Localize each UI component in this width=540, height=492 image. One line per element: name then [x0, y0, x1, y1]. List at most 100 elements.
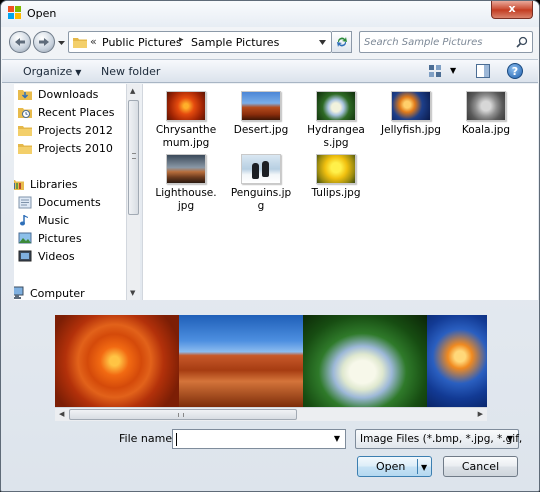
file-item-chrysanthemum[interactable]: Chrysanthe mum.jpg: [151, 91, 221, 150]
nav-item-documents[interactable]: Documents: [14, 193, 126, 211]
file-name: Penguins.jp g: [230, 187, 292, 212]
breadcrumb-sample-pictures[interactable]: Sample Pictures: [191, 36, 279, 49]
refresh-button[interactable]: [332, 31, 352, 53]
open-options-dropdown-icon[interactable]: ▼: [421, 458, 427, 477]
file-thumbnail: [241, 154, 281, 184]
penguin-shape: [262, 161, 269, 177]
preview-image-desert: [179, 315, 303, 407]
nav-item-label: Projects 2012: [38, 124, 113, 137]
preview-pane-icon[interactable]: [476, 64, 490, 78]
file-item-hydrangeas[interactable]: Hydrangea s.jpg: [301, 91, 371, 150]
search-icon[interactable]: [516, 36, 528, 48]
help-icon[interactable]: ?: [507, 63, 523, 79]
nav-item-label: Projects 2010: [38, 142, 113, 155]
navigation-pane-scrollbar[interactable]: ▲ ▼: [126, 84, 140, 300]
split-divider: [417, 459, 418, 474]
nav-item-label: Downloads: [38, 88, 99, 101]
penguin-shape: [252, 163, 259, 179]
file-name-combobox[interactable]: ▼: [172, 429, 346, 449]
file-type-filter-dropdown[interactable]: Image Files (*.bmp, *.jpg, *.gif, ▼: [355, 429, 522, 449]
file-thumbnail: [241, 91, 281, 121]
image-preview-strip[interactable]: [55, 315, 487, 407]
nav-item-projects-2010[interactable]: Projects 2010: [14, 139, 126, 157]
scrollbar-thumb[interactable]: [69, 409, 297, 420]
chevron-down-icon[interactable]: ▼: [334, 434, 340, 443]
search-box[interactable]: [359, 31, 533, 53]
nav-item-downloads[interactable]: Downloads: [14, 85, 126, 103]
file-thumbnail: [391, 91, 431, 121]
open-button-label: Open: [376, 460, 406, 473]
file-item-penguins[interactable]: Penguins.jp g: [226, 154, 296, 213]
file-item-jellyfish[interactable]: Jellyfish.jpg: [376, 91, 446, 137]
scroll-left-icon[interactable]: ◀: [59, 410, 64, 418]
file-name: Tulips.jpg: [311, 187, 361, 199]
nav-item-recent-places[interactable]: Recent Places: [14, 103, 126, 121]
file-thumbnail: [316, 154, 356, 184]
window-title: Open: [27, 7, 57, 20]
file-list-pane[interactable]: Chrysanthe mum.jpg Desert.jpg Hydrangea …: [142, 84, 538, 300]
downloads-folder-icon: [18, 90, 32, 100]
arrow-right-icon: [39, 38, 49, 46]
file-name-input[interactable]: [176, 432, 326, 446]
folder-icon: [73, 38, 87, 48]
computer-icon: [14, 286, 24, 299]
file-name: Jellyfish.jpg: [381, 124, 441, 136]
organize-label: Organize: [23, 65, 73, 78]
scroll-down-icon[interactable]: ▼: [130, 289, 135, 297]
scroll-right-icon[interactable]: ▶: [478, 410, 483, 418]
nav-item-music[interactable]: Music: [14, 211, 126, 229]
back-button[interactable]: [9, 31, 31, 53]
file-name: Koala.jpg: [461, 124, 511, 136]
nav-item-pictures[interactable]: Pictures: [14, 229, 126, 247]
scrollbar-thumb[interactable]: [128, 100, 139, 215]
file-item-lighthouse[interactable]: Lighthouse. jpg: [151, 154, 221, 213]
libraries-icon: [14, 180, 24, 190]
address-history-dropdown-icon[interactable]: [319, 40, 326, 45]
scroll-up-icon[interactable]: ▲: [130, 87, 135, 95]
open-button[interactable]: Open ▼: [357, 456, 432, 477]
nav-item-label: Documents: [38, 196, 101, 209]
open-dialog-window: Open x « Public Pictures ▸ Sample Pictur…: [0, 0, 540, 492]
close-button[interactable]: x: [491, 1, 533, 19]
nav-item-projects-2012[interactable]: Projects 2012: [14, 121, 126, 139]
arrow-left-icon: [15, 38, 25, 46]
folder-icon: [18, 144, 32, 154]
breadcrumb-public-pictures[interactable]: Public Pictures: [102, 36, 182, 49]
preview-image-jellyfish: [427, 315, 487, 407]
chevron-down-icon: ▼: [75, 68, 82, 77]
organize-menu-button[interactable]: Organize ▼: [23, 65, 81, 78]
change-view-icon[interactable]: [428, 64, 442, 78]
pictures-icon: [18, 232, 32, 244]
videos-icon: [18, 250, 32, 262]
address-bar[interactable]: « Public Pictures ▸ Sample Pictures: [68, 31, 332, 53]
file-name: Hydrangea s.jpg: [307, 124, 365, 149]
recent-locations-dropdown-icon[interactable]: [58, 39, 65, 46]
cancel-button[interactable]: Cancel: [443, 456, 518, 477]
file-item-tulips[interactable]: Tulips.jpg: [301, 154, 371, 200]
help-symbol: ?: [511, 65, 519, 78]
recent-places-icon: [18, 108, 32, 118]
preview-image-hydrangeas: [303, 315, 427, 407]
title-bar[interactable]: Open x: [1, 1, 539, 27]
file-item-koala[interactable]: Koala.jpg: [451, 91, 521, 137]
nav-item-videos[interactable]: Videos: [14, 247, 126, 265]
preview-horizontal-scrollbar[interactable]: ◀ ▶: [55, 407, 487, 421]
breadcrumb-separator[interactable]: ▸: [179, 35, 184, 45]
grip-icon: [132, 153, 136, 159]
view-options-dropdown-icon[interactable]: ▼: [450, 66, 456, 75]
nav-item-label: Libraries: [30, 178, 78, 191]
nav-item-computer[interactable]: Computer: [14, 284, 126, 300]
navigation-pane[interactable]: Downloads Recent Places Projects 2012 Pr…: [14, 84, 126, 300]
file-item-desert[interactable]: Desert.jpg: [226, 91, 296, 137]
music-icon: [20, 215, 28, 226]
address-overflow-chevrons[interactable]: «: [90, 35, 97, 48]
file-name: Desert.jpg: [233, 124, 289, 136]
text-cursor: [176, 433, 177, 446]
file-thumbnail: [316, 91, 356, 121]
forward-button[interactable]: [33, 31, 55, 53]
refresh-icon: [336, 37, 347, 47]
new-folder-button[interactable]: New folder: [101, 65, 160, 78]
search-input[interactable]: [364, 34, 512, 50]
nav-item-libraries[interactable]: Libraries: [14, 175, 126, 193]
nav-item-label: Computer: [30, 287, 85, 300]
